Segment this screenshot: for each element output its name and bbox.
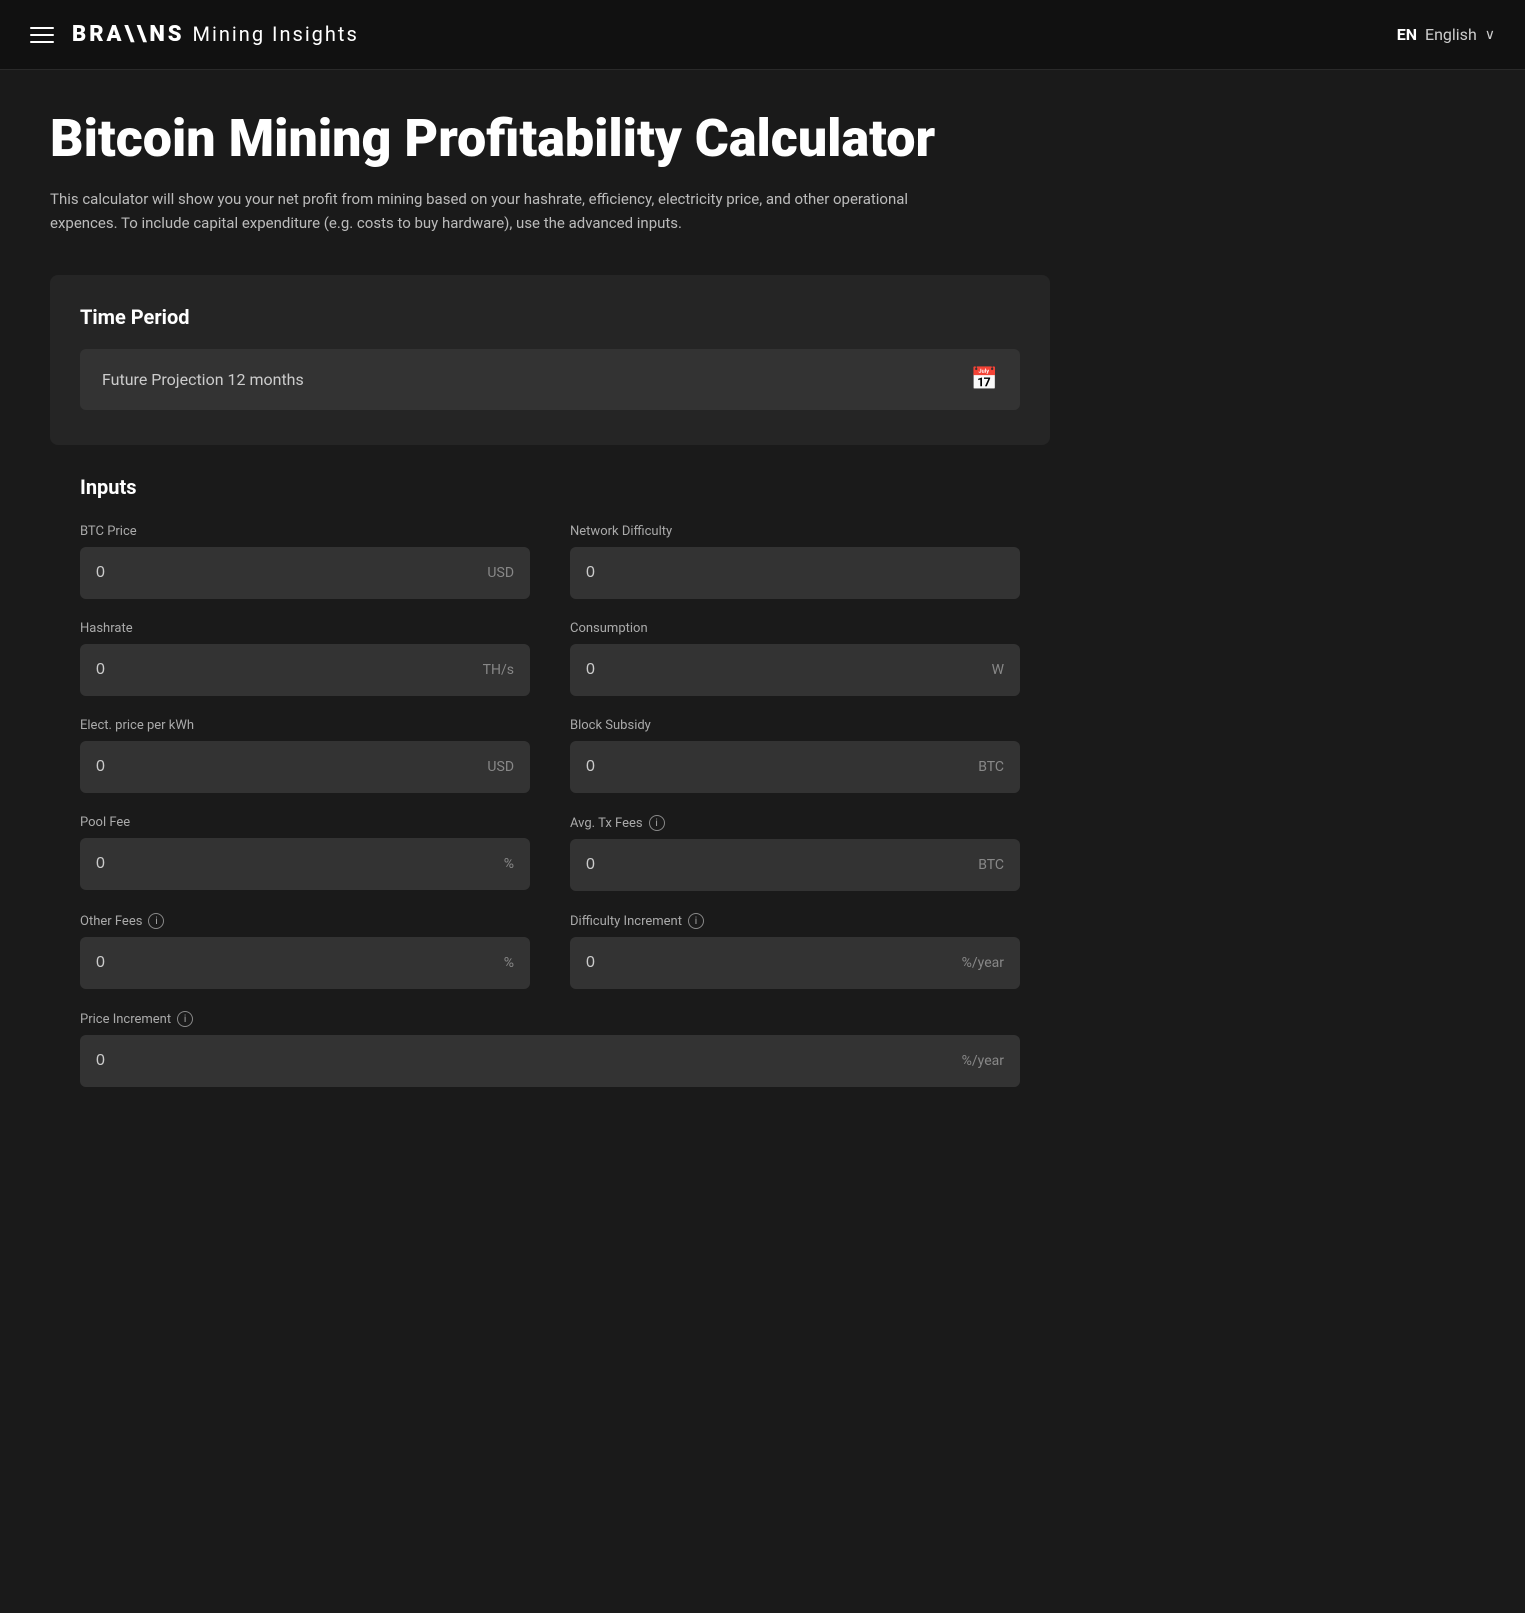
difficulty-increment-input[interactable] <box>586 954 954 972</box>
input-group-network-difficulty: Network Difficulty <box>570 524 1020 599</box>
hashrate-unit: TH/s <box>483 662 514 678</box>
elect-price-input[interactable] <box>96 758 479 776</box>
pool-fee-unit: % <box>504 856 514 872</box>
input-wrapper-block-subsidy: BTC <box>570 741 1020 793</box>
label-hashrate: Hashrate <box>80 621 530 636</box>
price-increment-unit: %/year <box>962 1053 1004 1069</box>
price-increment-input[interactable] <box>96 1052 954 1070</box>
label-price-increment: Price Increment i <box>80 1011 1020 1027</box>
logo-brand: BRA\\NS <box>72 22 185 47</box>
hashrate-input[interactable] <box>96 661 475 679</box>
btc-price-input[interactable] <box>96 564 479 582</box>
time-period-selector[interactable]: Future Projection 12 months 📅 <box>80 349 1020 410</box>
time-period-label: Future Projection 12 months <box>102 370 304 389</box>
input-group-avg-tx-fees: Avg. Tx Fees i BTC <box>570 815 1020 891</box>
avg-tx-fees-unit: BTC <box>978 857 1004 873</box>
label-difficulty-increment: Difficulty Increment i <box>570 913 1020 929</box>
consumption-input[interactable] <box>586 661 984 679</box>
difficulty-increment-unit: %/year <box>962 955 1004 971</box>
calendar-icon: 📅 <box>971 367 998 392</box>
input-wrapper-pool-fee: % <box>80 838 530 890</box>
label-block-subsidy: Block Subsidy <box>570 718 1020 733</box>
logo: BRA\\NS Mining Insights <box>72 22 359 47</box>
input-group-other-fees: Other Fees i % <box>80 913 530 989</box>
other-fees-input[interactable] <box>96 954 496 972</box>
label-elect-price: Elect. price per kWh <box>80 718 530 733</box>
language-code: EN <box>1397 25 1417 44</box>
input-group-pool-fee: Pool Fee % <box>80 815 530 891</box>
input-group-elect-price: Elect. price per kWh USD <box>80 718 530 793</box>
hamburger-menu[interactable] <box>30 27 54 43</box>
input-group-block-subsidy: Block Subsidy BTC <box>570 718 1020 793</box>
btc-price-unit: USD <box>487 565 514 581</box>
time-period-section: Time Period Future Projection 12 months … <box>50 275 1050 445</box>
avg-tx-fees-info-icon[interactable]: i <box>649 815 665 831</box>
page-title: Bitcoin Mining Profitability Calculator <box>50 110 1050 167</box>
inputs-title: Inputs <box>80 475 1020 499</box>
other-fees-unit: % <box>504 955 514 971</box>
input-group-difficulty-increment: Difficulty Increment i %/year <box>570 913 1020 989</box>
difficulty-increment-info-icon[interactable]: i <box>688 913 704 929</box>
logo-sub: Mining Insights <box>193 22 359 46</box>
block-subsidy-input[interactable] <box>586 758 970 776</box>
time-period-title: Time Period <box>80 305 1020 329</box>
label-avg-tx-fees: Avg. Tx Fees i <box>570 815 1020 831</box>
input-wrapper-btc-price: USD <box>80 547 530 599</box>
consumption-unit: W <box>992 662 1004 678</box>
input-wrapper-elect-price: USD <box>80 741 530 793</box>
label-consumption: Consumption <box>570 621 1020 636</box>
input-group-hashrate: Hashrate TH/s <box>80 621 530 696</box>
input-group-consumption: Consumption W <box>570 621 1020 696</box>
main-content: Bitcoin Mining Profitability Calculator … <box>0 70 1100 1204</box>
elect-price-unit: USD <box>487 759 514 775</box>
label-network-difficulty: Network Difficulty <box>570 524 1020 539</box>
label-btc-price: BTC Price <box>80 524 530 539</box>
input-wrapper-hashrate: TH/s <box>80 644 530 696</box>
navbar-left: BRA\\NS Mining Insights <box>30 22 359 47</box>
navbar: BRA\\NS Mining Insights EN English ∨ <box>0 0 1525 70</box>
input-wrapper-avg-tx-fees: BTC <box>570 839 1020 891</box>
input-group-btc-price: BTC Price USD <box>80 524 530 599</box>
input-group-price-increment: Price Increment i %/year <box>80 1011 1020 1087</box>
language-selector[interactable]: EN English ∨ <box>1397 25 1495 44</box>
price-increment-info-icon[interactable]: i <box>177 1011 193 1027</box>
input-wrapper-other-fees: % <box>80 937 530 989</box>
language-name: English <box>1425 25 1477 44</box>
network-difficulty-input[interactable] <box>586 564 1004 582</box>
page-description: This calculator will show you your net p… <box>50 187 950 235</box>
chevron-down-icon: ∨ <box>1485 27 1495 43</box>
inputs-section: Inputs BTC Price USD Network Difficulty … <box>50 445 1050 1144</box>
label-other-fees: Other Fees i <box>80 913 530 929</box>
pool-fee-input[interactable] <box>96 855 496 873</box>
input-wrapper-network-difficulty <box>570 547 1020 599</box>
input-wrapper-price-increment: %/year <box>80 1035 1020 1087</box>
input-wrapper-consumption: W <box>570 644 1020 696</box>
avg-tx-fees-input[interactable] <box>586 856 970 874</box>
block-subsidy-unit: BTC <box>978 759 1004 775</box>
input-wrapper-difficulty-increment: %/year <box>570 937 1020 989</box>
label-pool-fee: Pool Fee <box>80 815 530 830</box>
inputs-grid: BTC Price USD Network Difficulty Hashrat… <box>80 524 1020 1109</box>
other-fees-info-icon[interactable]: i <box>148 913 164 929</box>
